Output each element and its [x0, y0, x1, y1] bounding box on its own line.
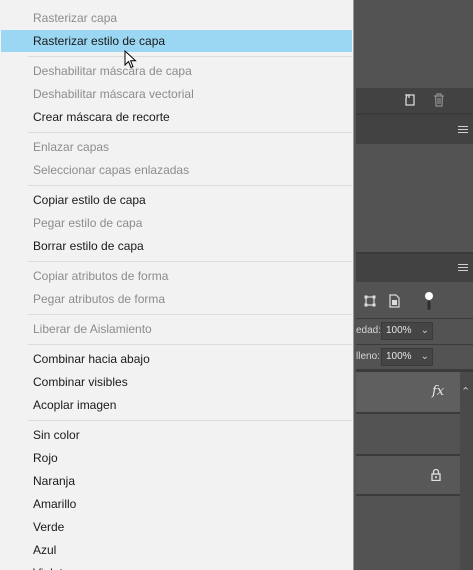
menu-separator — [28, 261, 352, 262]
layers-panel-menu-icon[interactable] — [458, 264, 468, 273]
chevron-up-icon[interactable]: ⌃ — [461, 385, 470, 398]
menu-item-color-violet[interactable]: Violeta — [1, 562, 352, 570]
top-panel — [356, 0, 473, 88]
layers-panel-header — [356, 254, 473, 282]
layers-scrollbar[interactable]: ⌃ — [460, 372, 473, 570]
second-panel-header — [356, 115, 473, 144]
top-panel-footer — [356, 88, 473, 113]
opacity-value: 100% — [386, 325, 412, 336]
fx-icon[interactable]: fx — [432, 384, 444, 399]
menu-separator — [28, 314, 352, 315]
fill-label: lleno: — [356, 351, 380, 362]
layers-empty-area — [356, 496, 460, 570]
menu-separator — [28, 56, 352, 57]
menu-separator — [28, 185, 352, 186]
menu-item-color-green[interactable]: Verde — [1, 516, 352, 538]
menu-item-copy-shape-attributes[interactable]: Copiar atributos de forma — [1, 265, 352, 287]
chevron-down-icon: ⌄ — [420, 351, 429, 362]
chevron-down-icon: ⌄ — [420, 325, 429, 336]
menu-separator — [28, 420, 352, 421]
menu-item-release-isolation[interactable]: Liberar de Aislamiento — [1, 318, 352, 340]
menu-item-paste-layer-style[interactable]: Pegar estilo de capa — [1, 212, 352, 234]
transform-icon[interactable] — [364, 295, 376, 307]
menu-item-clear-layer-style[interactable]: Borrar estilo de capa — [1, 235, 352, 257]
fill-row: lleno: 100% ⌄ — [356, 345, 473, 369]
menu-separator — [28, 132, 352, 133]
menu-item-color-orange[interactable]: Naranja — [1, 470, 352, 492]
panel-menu-icon[interactable] — [458, 126, 468, 135]
smart-object-icon[interactable] — [389, 294, 400, 308]
filter-toggle-icon[interactable] — [424, 291, 434, 311]
menu-item-disable-vector-mask[interactable]: Deshabilitar máscara vectorial — [1, 83, 352, 105]
layer-context-menu: Rasterizar capa Rasterizar estilo de cap… — [0, 0, 354, 570]
second-panel-body — [356, 144, 473, 252]
menu-item-rasterize-layer[interactable]: Rasterizar capa — [1, 7, 352, 29]
opacity-row: edad: 100% ⌄ — [356, 319, 473, 344]
mouse-pointer-icon — [124, 50, 137, 69]
menu-item-paste-shape-attributes[interactable]: Pegar atributos de forma — [1, 288, 352, 310]
fill-field[interactable]: 100% ⌄ — [381, 348, 433, 366]
menu-separator — [28, 344, 352, 345]
menu-item-select-linked-layers[interactable]: Seleccionar capas enlazadas — [1, 159, 352, 181]
menu-item-copy-layer-style[interactable]: Copiar estilo de capa — [1, 189, 352, 211]
trash-icon[interactable] — [433, 93, 445, 107]
menu-item-merge-down[interactable]: Combinar hacia abajo — [1, 348, 352, 370]
menu-item-disable-layer-mask[interactable]: Deshabilitar máscara de capa — [1, 60, 352, 82]
menu-item-create-clipping-mask[interactable]: Crear máscara de recorte — [1, 106, 352, 128]
menu-item-rasterize-layer-style[interactable]: Rasterizar estilo de capa — [1, 30, 352, 52]
layer-row-selected[interactable]: fx — [356, 372, 460, 412]
menu-item-color-none[interactable]: Sin color — [1, 424, 352, 446]
layer-row-locked[interactable] — [356, 456, 460, 494]
menu-item-color-yellow[interactable]: Amarillo — [1, 493, 352, 515]
lock-icon — [431, 469, 441, 481]
menu-item-color-blue[interactable]: Azul — [1, 539, 352, 561]
menu-item-color-red[interactable]: Rojo — [1, 447, 352, 469]
menu-item-flatten-image[interactable]: Acoplar imagen — [1, 394, 352, 416]
menu-item-merge-visible[interactable]: Combinar visibles — [1, 371, 352, 393]
menu-item-link-layers[interactable]: Enlazar capas — [1, 136, 352, 158]
new-item-icon[interactable] — [404, 94, 416, 106]
fill-value: 100% — [386, 351, 412, 362]
opacity-field[interactable]: 100% ⌄ — [381, 322, 433, 340]
layer-row[interactable] — [356, 414, 460, 454]
layers-filter-row — [356, 282, 473, 318]
opacity-label: edad: — [356, 325, 382, 336]
